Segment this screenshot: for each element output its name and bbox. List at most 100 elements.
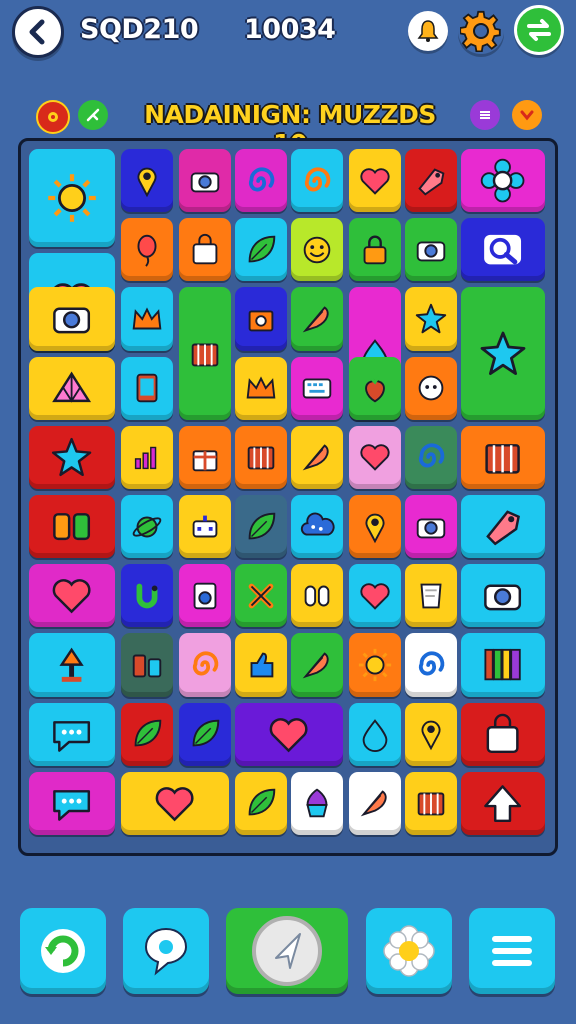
tile-heart[interactable] (29, 564, 115, 628)
tile-flower[interactable] (461, 149, 545, 213)
tile-books[interactable] (461, 633, 545, 697)
tile-heart[interactable] (349, 564, 401, 628)
tile-feather[interactable] (291, 633, 343, 697)
tile-swirl[interactable] (405, 425, 457, 489)
thumb-icon (250, 652, 274, 678)
tile-grid[interactable] (29, 495, 115, 559)
tile-tag[interactable] (461, 495, 545, 559)
tile-swirl[interactable] (235, 149, 287, 213)
leaf-icon (248, 789, 276, 816)
tile-arrow[interactable] (461, 771, 545, 835)
tile-tag[interactable] (405, 149, 457, 213)
tile-paper[interactable] (405, 564, 457, 628)
tile-crown[interactable] (235, 356, 287, 420)
back-button[interactable] (12, 6, 64, 58)
tile-cloud[interactable] (291, 495, 343, 559)
tile-feather[interactable] (349, 771, 401, 835)
settings-flower-button[interactable] (366, 908, 452, 994)
tile-spiral[interactable] (179, 633, 231, 697)
tile-chat[interactable] (29, 771, 115, 835)
tile-spiral[interactable] (291, 149, 343, 213)
tile-heart[interactable] (235, 702, 343, 766)
tile-pin[interactable] (405, 702, 457, 766)
berry-icon (365, 375, 385, 403)
tile-heart[interactable] (349, 149, 401, 213)
tile-lock[interactable] (349, 218, 401, 282)
tile-pin[interactable] (121, 149, 173, 213)
tile-camera[interactable] (405, 495, 457, 559)
tile-bag[interactable] (461, 702, 545, 766)
tile-drop[interactable] (349, 702, 401, 766)
tile-pin[interactable] (349, 495, 401, 559)
tile-chat[interactable] (29, 702, 115, 766)
tile-crown[interactable] (121, 287, 173, 351)
tile-leaf[interactable] (235, 218, 287, 282)
tile-crate[interactable] (405, 771, 457, 835)
tile-bag[interactable] (179, 218, 231, 282)
switch-button[interactable] (514, 5, 564, 55)
dropdown-badge[interactable] (512, 100, 542, 130)
tile-robot[interactable] (179, 495, 231, 559)
tile-planet[interactable] (121, 495, 173, 559)
tile-x-mark[interactable] (235, 564, 287, 628)
tile-feather[interactable] (291, 287, 343, 351)
tile-hook[interactable] (121, 564, 173, 628)
tile-leaf[interactable] (235, 771, 287, 835)
flower-badge[interactable] (36, 100, 70, 134)
chevron-left-icon (29, 19, 45, 45)
leaf-badge[interactable] (78, 100, 108, 130)
heart-icon (156, 786, 194, 822)
play-compass-icon (252, 916, 322, 986)
tile-crate[interactable] (461, 425, 545, 489)
tile-magnifier[interactable] (461, 218, 545, 282)
menu-button[interactable] (469, 908, 555, 994)
tile-lamp[interactable] (29, 633, 115, 697)
tile-berry[interactable] (349, 356, 401, 420)
tile-smiley[interactable] (291, 218, 343, 282)
tile-console[interactable] (121, 633, 173, 697)
tile-star[interactable] (405, 287, 457, 351)
menu-icon (492, 936, 532, 966)
tile-crate[interactable] (179, 287, 231, 420)
hint-button[interactable] (123, 908, 209, 994)
tile-phone[interactable] (121, 356, 173, 420)
smiley-icon (303, 236, 331, 264)
notification-button[interactable] (408, 11, 448, 51)
play-button[interactable] (226, 908, 348, 994)
tile-shell[interactable] (29, 356, 115, 420)
tile-camera[interactable] (405, 218, 457, 282)
tile-camera[interactable] (29, 287, 115, 351)
swirl-icon (419, 443, 445, 468)
console-icon (132, 654, 162, 678)
camera-icon (416, 518, 446, 538)
tile-star[interactable] (29, 425, 115, 489)
tile-face[interactable] (405, 356, 457, 420)
tile-sun[interactable] (29, 149, 115, 247)
tile-sun[interactable] (349, 633, 401, 697)
menu-badge[interactable] (470, 100, 500, 130)
tile-switch[interactable] (291, 564, 343, 628)
tile-heart[interactable] (121, 771, 229, 835)
tile-star[interactable] (461, 287, 545, 420)
tile-leaf[interactable] (121, 702, 173, 766)
tile-feather[interactable] (291, 425, 343, 489)
tile-camera[interactable] (461, 564, 545, 628)
tile-keyboard[interactable] (291, 356, 343, 420)
tile-gift[interactable] (179, 425, 231, 489)
tile-swirl[interactable] (405, 633, 457, 697)
tag-icon (418, 168, 445, 196)
tile-balloon[interactable] (121, 218, 173, 282)
settings-flower-icon (383, 925, 435, 977)
tile-heart[interactable] (349, 425, 401, 489)
tile-box[interactable] (235, 287, 287, 351)
settings-button[interactable] (458, 8, 504, 54)
tile-washer[interactable] (179, 564, 231, 628)
tile-leaf[interactable] (179, 702, 231, 766)
tile-thumb[interactable] (235, 633, 287, 697)
tile-crate[interactable] (235, 425, 287, 489)
tile-camera[interactable] (179, 149, 231, 213)
tile-cupcake[interactable] (291, 771, 343, 835)
refresh-button[interactable] (20, 908, 106, 994)
tile-chart[interactable] (121, 425, 173, 489)
tile-leaf[interactable] (235, 495, 287, 559)
